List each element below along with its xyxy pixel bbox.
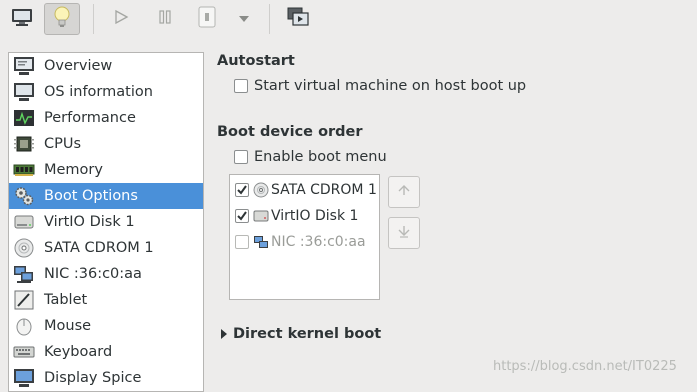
monitor-icon: [12, 81, 36, 103]
display-icon: [12, 367, 36, 389]
sidebar-item-keyboard[interactable]: Keyboard: [9, 339, 203, 365]
sidebar-item-nic[interactable]: NIC :36:c0:aa: [9, 261, 203, 287]
keyboard-icon: [12, 341, 36, 363]
checkbox-box[interactable]: [234, 150, 248, 164]
hardware-list: Overview OS information Performance CPUs…: [8, 52, 204, 392]
sidebar-item-memory[interactable]: Memory: [9, 157, 203, 183]
boot-device-label: VirtIO Disk 1: [271, 208, 359, 224]
power-icon: [197, 6, 217, 32]
boot-device-checkbox[interactable]: [235, 235, 249, 249]
sidebar-item-label: Memory: [44, 162, 103, 178]
move-up-button[interactable]: [388, 176, 420, 208]
sidebar-item-label: Display Spice: [44, 370, 142, 386]
sidebar-item-label: Mouse: [44, 318, 92, 334]
direct-kernel-boot-label: Direct kernel boot: [233, 326, 382, 342]
sidebar-item-label: Keyboard: [44, 344, 113, 360]
shutdown-menu-button[interactable]: [226, 3, 262, 35]
sidebar-item-label: Performance: [44, 110, 136, 126]
hard-disk-icon: [12, 211, 36, 233]
memory-module-icon: [12, 159, 36, 181]
boot-order-heading: Boot device order: [217, 124, 363, 140]
lightbulb-icon: [53, 5, 71, 33]
network-icon: [253, 234, 269, 250]
autostart-checkbox-label: Start virtual machine on host boot up: [254, 78, 527, 94]
sidebar-item-label: Boot Options: [44, 188, 138, 204]
sidebar-item-sata-cdrom[interactable]: SATA CDROM 1: [9, 235, 203, 261]
enable-boot-menu-label: Enable boot menu: [254, 149, 387, 165]
boot-device-row[interactable]: NIC :36:c0:aa: [230, 229, 379, 255]
boot-device-label: NIC :36:c0:aa: [271, 234, 366, 250]
arrow-up-icon: [397, 183, 411, 201]
boot-device-checkbox[interactable]: [235, 183, 249, 197]
tablet-icon: [12, 289, 36, 311]
pause-button[interactable]: [147, 3, 183, 35]
expander-arrow-icon: [221, 329, 227, 339]
chevron-down-icon: [238, 11, 250, 27]
sidebar-item-label: NIC :36:c0:aa: [44, 266, 142, 282]
boot-device-row[interactable]: SATA CDROM 1: [230, 177, 379, 203]
details-view-button[interactable]: [44, 3, 80, 35]
shutdown-button[interactable]: [189, 3, 225, 35]
checkbox-box[interactable]: [234, 79, 248, 93]
cpu-chip-icon: [12, 133, 36, 155]
sidebar-item-overview[interactable]: Overview: [9, 53, 203, 79]
sidebar-item-label: Overview: [44, 58, 113, 74]
direct-kernel-boot-expander[interactable]: Direct kernel boot: [221, 326, 381, 342]
gears-icon: [12, 185, 36, 207]
performance-graph-icon: [12, 107, 36, 129]
sidebar-item-label: VirtIO Disk 1: [44, 214, 135, 230]
checkmark-icon: [237, 185, 247, 195]
fullscreen-button[interactable]: [280, 3, 316, 35]
mouse-icon: [12, 315, 36, 337]
checkmark-icon: [237, 211, 247, 221]
play-icon: [113, 9, 129, 29]
cdrom-icon: [253, 182, 269, 198]
network-icon: [12, 263, 36, 285]
pause-icon: [157, 9, 173, 29]
arrow-down-icon: [397, 224, 411, 242]
boot-device-label: SATA CDROM 1: [271, 182, 377, 198]
run-button[interactable]: [103, 3, 139, 35]
monitor-icon: [11, 7, 33, 31]
sidebar-item-display-spice[interactable]: Display Spice: [9, 365, 203, 391]
cdrom-icon: [12, 237, 36, 259]
sidebar-item-tablet[interactable]: Tablet: [9, 287, 203, 313]
move-down-button[interactable]: [388, 217, 420, 249]
sidebar-item-os-information[interactable]: OS information: [9, 79, 203, 105]
watermark: https://blog.csdn.net/IT0225: [493, 359, 677, 374]
sidebar-item-virtio-disk[interactable]: VirtIO Disk 1: [9, 209, 203, 235]
toolbar-separator: [93, 4, 94, 34]
sidebar-item-label: SATA CDROM 1: [44, 240, 154, 256]
autostart-heading: Autostart: [217, 53, 295, 69]
autostart-checkbox[interactable]: Start virtual machine on host boot up: [234, 78, 526, 94]
boot-device-list: SATA CDROM 1 VirtIO Disk 1 NIC :36:c0:aa: [229, 174, 380, 300]
sidebar-item-label: CPUs: [44, 136, 82, 152]
toolbar-separator: [269, 4, 270, 34]
hard-disk-icon: [253, 208, 269, 224]
console-view-button[interactable]: [4, 3, 40, 35]
sidebar-item-performance[interactable]: Performance: [9, 105, 203, 131]
boot-device-row[interactable]: VirtIO Disk 1: [230, 203, 379, 229]
sidebar-item-cpus[interactable]: CPUs: [9, 131, 203, 157]
sidebar-item-label: Tablet: [44, 292, 88, 308]
sidebar-item-mouse[interactable]: Mouse: [9, 313, 203, 339]
monitor-info-icon: [12, 55, 36, 77]
sidebar-item-label: OS information: [44, 84, 153, 100]
toolbar: [0, 0, 697, 40]
boot-device-checkbox[interactable]: [235, 209, 249, 223]
screens-icon: [287, 7, 309, 31]
enable-boot-menu-checkbox[interactable]: Enable boot menu: [234, 149, 387, 165]
sidebar-item-boot-options[interactable]: Boot Options: [9, 183, 203, 209]
